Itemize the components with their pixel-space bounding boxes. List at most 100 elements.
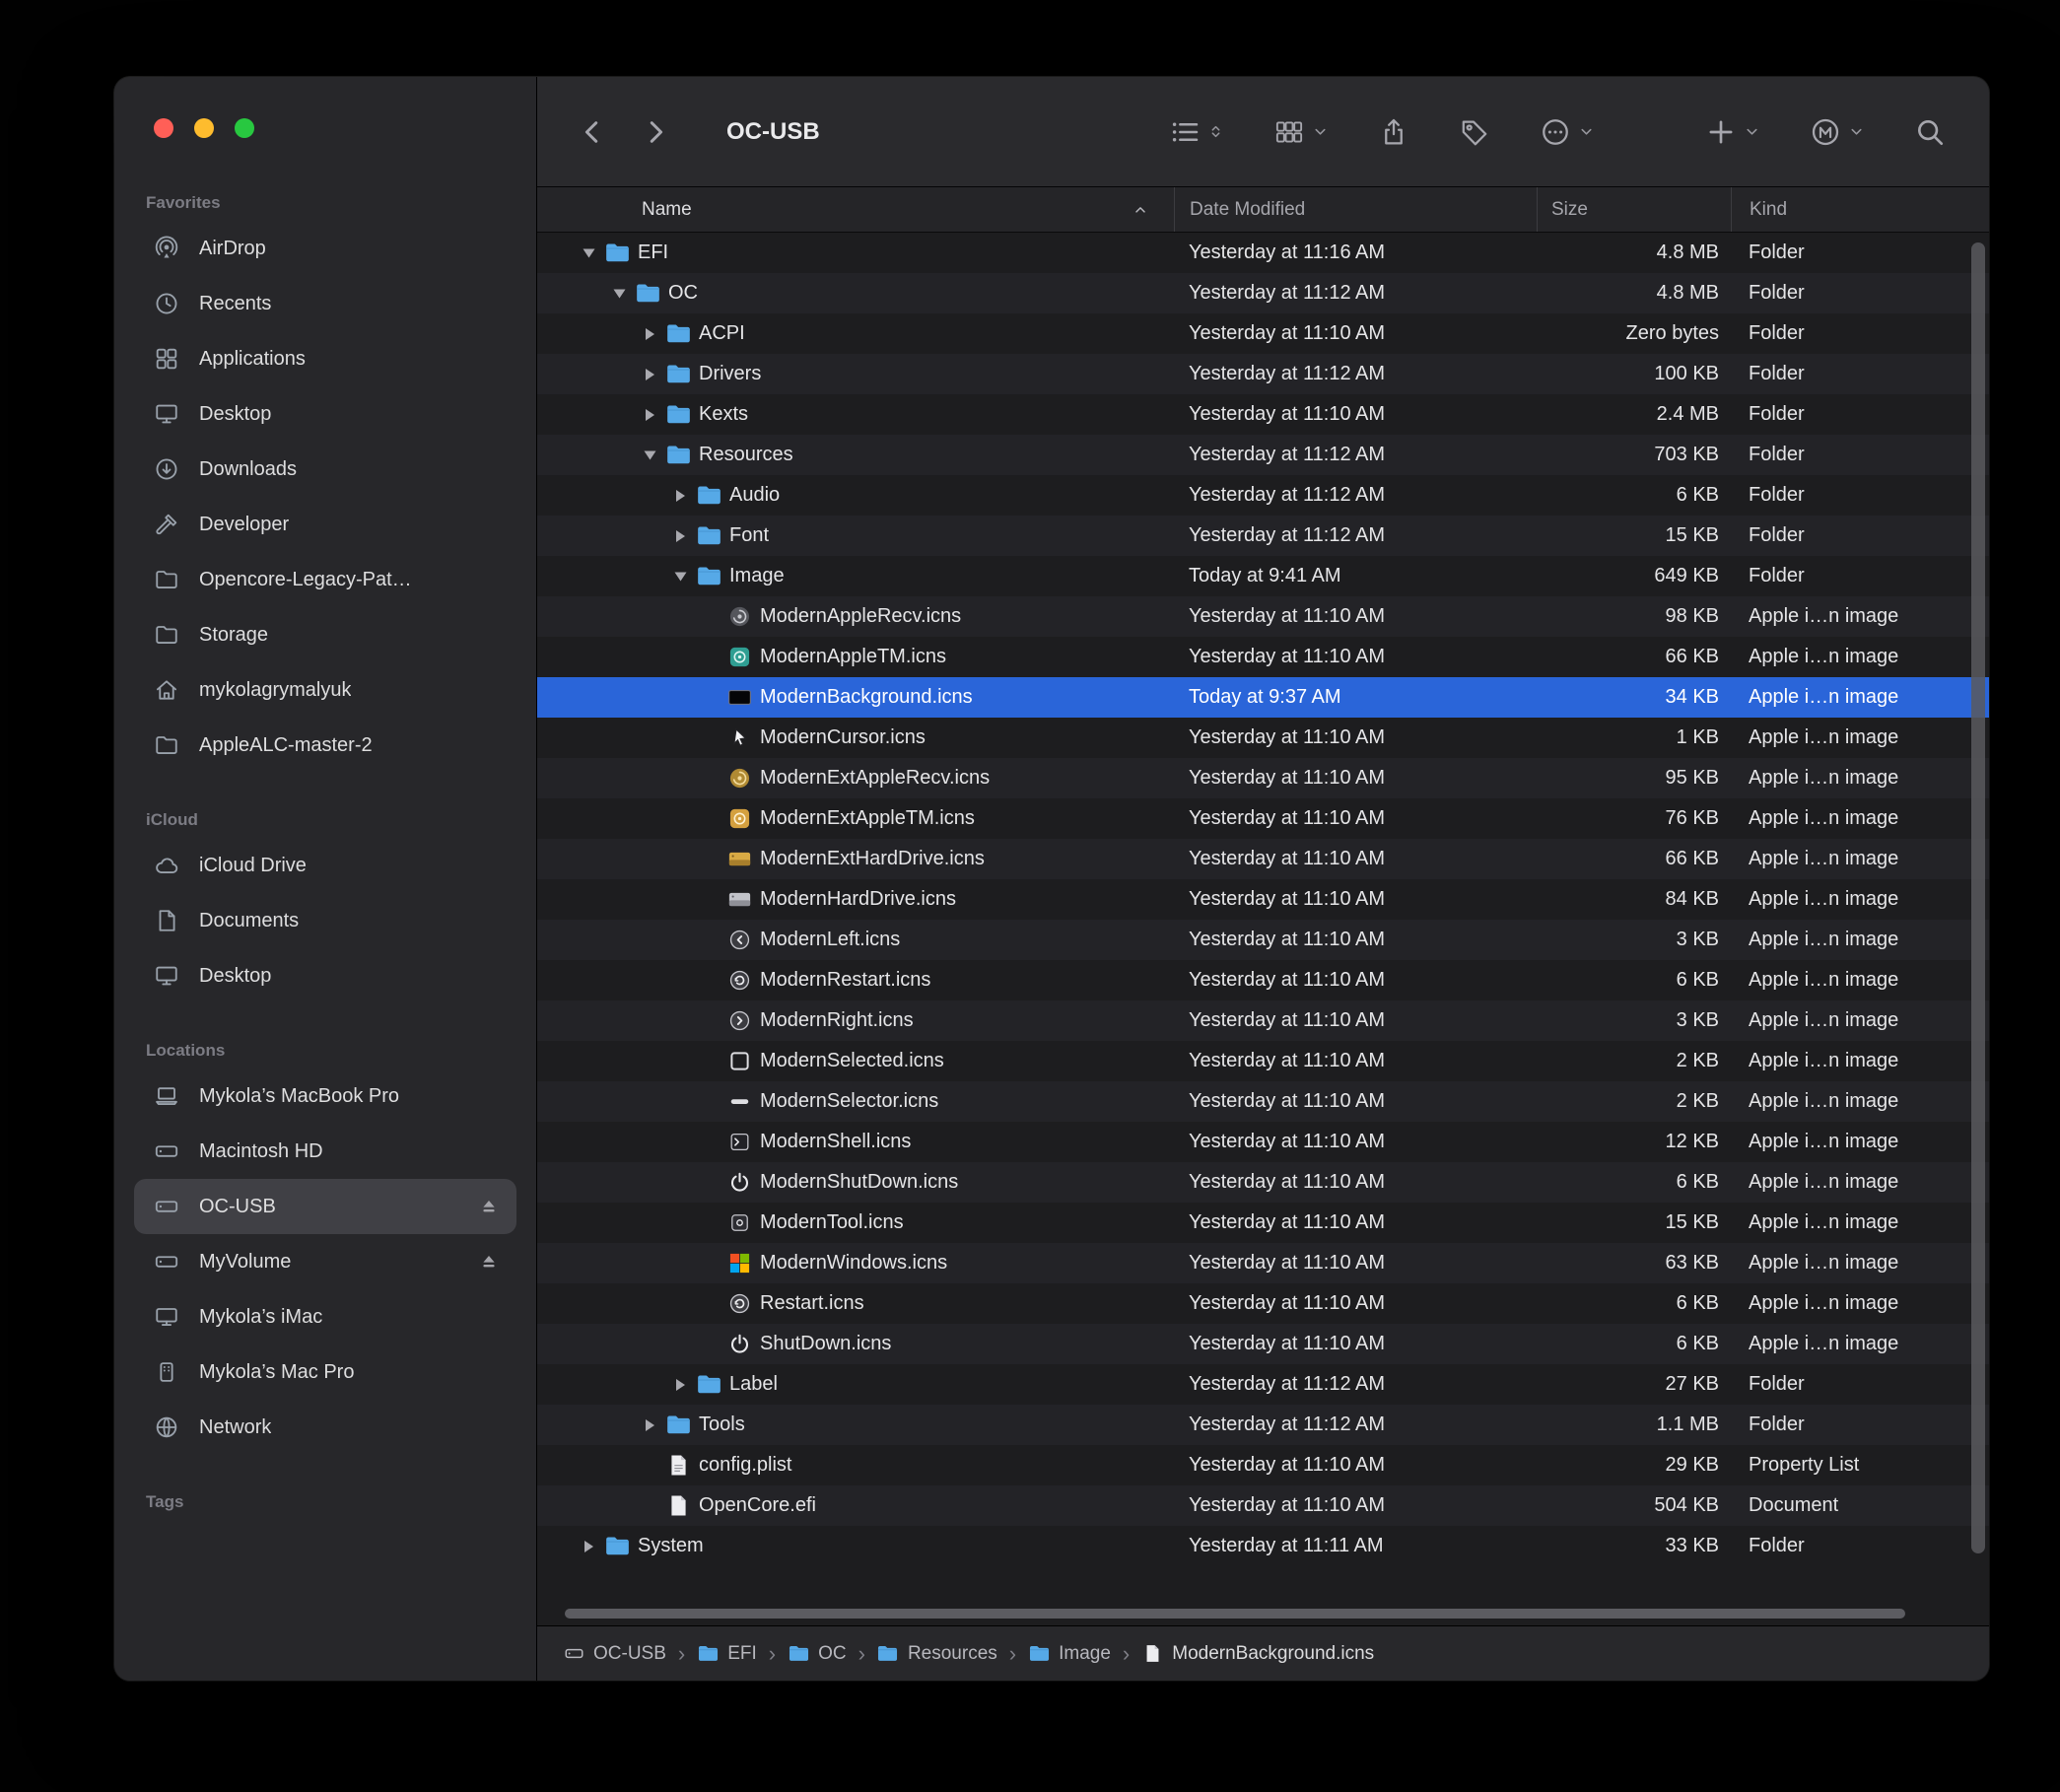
file-row-modernharddrive-icns[interactable]: ModernHardDrive.icnsYesterday at 11:10 A… <box>537 879 1989 920</box>
column-header-date-modified[interactable]: Date Modified <box>1174 187 1537 232</box>
path-item-oc-usb[interactable]: OC-USB <box>563 1643 666 1665</box>
file-row-modernapplerecv-icns[interactable]: ModernAppleRecv.icnsYesterday at 11:10 A… <box>537 596 1989 637</box>
sidebar-item-mykola-s-imac[interactable]: Mykola’s iMac <box>134 1289 516 1344</box>
new-item-button[interactable] <box>1705 116 1760 148</box>
file-row-moderntool-icns[interactable]: ModernTool.icnsYesterday at 11:10 AM15 K… <box>537 1203 1989 1243</box>
sidebar-item-airdrop[interactable]: AirDrop <box>134 221 516 276</box>
minimize-button[interactable] <box>194 118 214 138</box>
file-row-modernbackground-icns[interactable]: ModernBackground.icnsToday at 9:37 AM34 … <box>537 677 1989 718</box>
account-button[interactable] <box>1810 116 1865 148</box>
path-item-image[interactable]: Image <box>1028 1643 1111 1665</box>
sidebar-item-storage[interactable]: Storage <box>134 607 516 662</box>
file-row-modernrestart-icns[interactable]: ModernRestart.icnsYesterday at 11:10 AM6… <box>537 960 1989 1000</box>
file-kind: Document <box>1731 1485 1989 1526</box>
sidebar-item-recents[interactable]: Recents <box>134 276 516 331</box>
file-row-modernleft-icns[interactable]: ModernLeft.icnsYesterday at 11:10 AM3 KB… <box>537 920 1989 960</box>
sidebar-item-applications[interactable]: Applications <box>134 331 516 386</box>
column-header-kind[interactable]: Kind <box>1731 187 1989 232</box>
search-button[interactable] <box>1914 116 1946 148</box>
back-button[interactable] <box>577 116 608 148</box>
disclosure-triangle[interactable] <box>665 490 696 502</box>
file-date-modified: Yesterday at 11:10 AM <box>1174 1000 1537 1041</box>
file-row-drivers[interactable]: DriversYesterday at 11:12 AM100 KBFolder <box>537 354 1989 394</box>
file-row-modernshutdown-icns[interactable]: ModernShutDown.icnsYesterday at 11:10 AM… <box>537 1162 1989 1203</box>
file-row-modernshell-icns[interactable]: ModernShell.icnsYesterday at 11:10 AM12 … <box>537 1122 1989 1162</box>
file-row-tools[interactable]: ToolsYesterday at 11:12 AM1.1 MBFolder <box>537 1405 1989 1445</box>
file-kind: Folder <box>1731 1364 1989 1405</box>
fullscreen-button[interactable] <box>235 118 254 138</box>
sidebar-item-network[interactable]: Network <box>134 1400 516 1455</box>
sidebar-item-documents[interactable]: Documents <box>134 893 516 948</box>
sidebar-item-downloads[interactable]: Downloads <box>134 442 516 497</box>
file-row-opencore-efi[interactable]: OpenCore.efiYesterday at 11:10 AM504 KBD… <box>537 1485 1989 1526</box>
tags-button[interactable] <box>1459 116 1490 148</box>
file-row-image[interactable]: ImageToday at 9:41 AM649 KBFolder <box>537 556 1989 596</box>
share-button[interactable] <box>1378 116 1409 148</box>
sidebar-item-developer[interactable]: Developer <box>134 497 516 552</box>
sidebar-item-mykola-s-mac-pro[interactable]: Mykola’s Mac Pro <box>134 1344 516 1400</box>
file-row-restart-icns[interactable]: Restart.icnsYesterday at 11:10 AM6 KBApp… <box>537 1283 1989 1324</box>
disclosure-triangle[interactable] <box>574 1541 604 1552</box>
path-item-resources[interactable]: Resources <box>877 1643 997 1665</box>
file-row-modernappletm-icns[interactable]: ModernAppleTM.icnsYesterday at 11:10 AM6… <box>537 637 1989 677</box>
file-row-efi[interactable]: EFIYesterday at 11:16 AM4.8 MBFolder <box>537 233 1989 273</box>
file-row-modernwindows-icns[interactable]: ModernWindows.icnsYesterday at 11:10 AM6… <box>537 1243 1989 1283</box>
disclosure-triangle[interactable] <box>665 530 696 542</box>
file-row-modernextharddrive-icns[interactable]: ModernExtHardDrive.icnsYesterday at 11:1… <box>537 839 1989 879</box>
file-row-modernright-icns[interactable]: ModernRight.icnsYesterday at 11:10 AM3 K… <box>537 1000 1989 1041</box>
file-row-oc[interactable]: OCYesterday at 11:12 AM4.8 MBFolder <box>537 273 1989 313</box>
file-row-resources[interactable]: ResourcesYesterday at 11:12 AM703 KBFold… <box>537 435 1989 475</box>
file-row-label[interactable]: LabelYesterday at 11:12 AM27 KBFolder <box>537 1364 1989 1405</box>
disclosure-triangle[interactable] <box>635 369 665 380</box>
sidebar-item-opencore-legacy-pat[interactable]: Opencore-Legacy-Pat… <box>134 552 516 607</box>
file-row-kexts[interactable]: KextsYesterday at 11:10 AM2.4 MBFolder <box>537 394 1989 435</box>
disclosure-triangle[interactable] <box>665 571 696 583</box>
file-row-config-plist[interactable]: config.plistYesterday at 11:10 AM29 KBPr… <box>537 1445 1989 1485</box>
sidebar-item-oc-usb[interactable]: OC-USB <box>134 1179 516 1234</box>
disclosure-triangle[interactable] <box>635 1419 665 1431</box>
sidebar-item-mykola-s-macbook-pro[interactable]: Mykola’s MacBook Pro <box>134 1068 516 1124</box>
disclosure-triangle[interactable] <box>604 288 635 300</box>
eject-icon[interactable] <box>477 1249 503 1275</box>
file-row-audio[interactable]: AudioYesterday at 11:12 AM6 KBFolder <box>537 475 1989 516</box>
file-row-modernextapplerecv-icns[interactable]: ModernExtAppleRecv.icnsYesterday at 11:1… <box>537 758 1989 798</box>
close-button[interactable] <box>154 118 173 138</box>
file-name: config.plist <box>699 1454 792 1477</box>
sidebar-item-applealc-master-2[interactable]: AppleALC-master-2 <box>134 718 516 773</box>
sidebar-item-desktop[interactable]: Desktop <box>134 386 516 442</box>
disclosure-triangle[interactable] <box>635 409 665 421</box>
file-row-modernselector-icns[interactable]: ModernSelector.icnsYesterday at 11:10 AM… <box>537 1081 1989 1122</box>
group-by-button[interactable] <box>1273 116 1329 148</box>
disclosure-triangle[interactable] <box>574 247 604 259</box>
vertical-scrollbar-thumb[interactable] <box>1971 242 1985 1553</box>
finder-window: FavoritesAirDropRecentsApplicationsDeskt… <box>114 77 1989 1681</box>
file-row-modernselected-icns[interactable]: ModernSelected.icnsYesterday at 11:10 AM… <box>537 1041 1989 1081</box>
file-row-system[interactable]: SystemYesterday at 11:11 AM33 KBFolder <box>537 1526 1989 1566</box>
column-header-size[interactable]: Size <box>1537 187 1731 232</box>
ellipsis-circle-icon <box>1540 116 1571 148</box>
file-row-acpi[interactable]: ACPIYesterday at 11:10 AMZero bytesFolde… <box>537 313 1989 354</box>
file-row-moderncursor-icns[interactable]: ModernCursor.icnsYesterday at 11:10 AM1 … <box>537 718 1989 758</box>
path-item-oc[interactable]: OC <box>788 1643 847 1665</box>
file-row-font[interactable]: FontYesterday at 11:12 AM15 KBFolder <box>537 516 1989 556</box>
sidebar-item-myvolume[interactable]: MyVolume <box>134 1234 516 1289</box>
path-item-modernbackground-icns[interactable]: ModernBackground.icns <box>1141 1643 1374 1665</box>
file-row-shutdown-icns[interactable]: ShutDown.icnsYesterday at 11:10 AM6 KBAp… <box>537 1324 1989 1364</box>
disclosure-triangle[interactable] <box>635 328 665 340</box>
horizontal-scrollbar[interactable] <box>537 1602 1989 1625</box>
sidebar-item-icloud-drive[interactable]: iCloud Drive <box>134 838 516 893</box>
path-item-efi[interactable]: EFI <box>697 1643 757 1665</box>
horizontal-scrollbar-thumb[interactable] <box>565 1609 1905 1619</box>
column-header-name[interactable]: Name <box>537 187 1174 232</box>
disclosure-triangle[interactable] <box>665 1379 696 1391</box>
view-mode-button[interactable] <box>1169 116 1224 148</box>
sidebar-item-macintosh-hd[interactable]: Macintosh HD <box>134 1124 516 1179</box>
file-row-modernextappletm-icns[interactable]: ModernExtAppleTM.icnsYesterday at 11:10 … <box>537 798 1989 839</box>
disclosure-triangle[interactable] <box>635 449 665 461</box>
file-date-modified: Yesterday at 11:12 AM <box>1174 435 1537 475</box>
sidebar-item-mykolagrymalyuk[interactable]: mykolagrymalyuk <box>134 662 516 718</box>
sidebar-item-desktop[interactable]: Desktop <box>134 948 516 1003</box>
more-actions-button[interactable] <box>1540 116 1595 148</box>
eject-icon[interactable] <box>477 1194 503 1219</box>
forward-button[interactable] <box>640 116 671 148</box>
